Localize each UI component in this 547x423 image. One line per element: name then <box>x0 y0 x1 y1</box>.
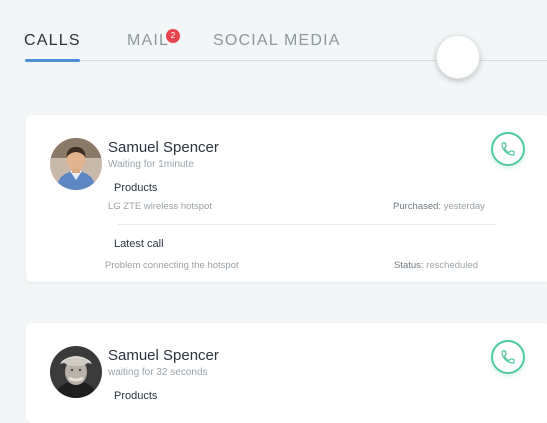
call-button[interactable] <box>491 132 525 166</box>
status-label: Status: <box>394 260 424 271</box>
caller-name[interactable]: Samuel Spencer <box>108 347 219 364</box>
status-info: Status: rescheduled <box>394 260 478 271</box>
mail-badge: 2 <box>166 29 180 43</box>
purchased-label: Purchased: <box>393 201 442 212</box>
avatar-photo <box>50 346 102 398</box>
products-heading: Products <box>114 182 158 194</box>
wait-time: Waiting for 1minute <box>108 159 194 170</box>
avatar-photo <box>50 138 102 190</box>
products-heading: Products <box>114 390 158 402</box>
card-divider <box>118 224 496 225</box>
avatar <box>50 138 102 190</box>
caller-card[interactable]: Samuel Spencer waiting for 32 seconds Pr… <box>26 323 547 423</box>
tab-mail[interactable]: MAIL <box>127 32 169 50</box>
call-button[interactable] <box>491 340 525 374</box>
phone-icon <box>501 142 515 156</box>
tab-bar: CALLS MAIL 2 SOCIAL MEDIA <box>0 0 547 79</box>
avatar <box>50 346 102 398</box>
caller-card[interactable]: Samuel Spencer Waiting for 1minute Produ… <box>26 115 547 282</box>
purchased-info: Purchased: yesterday <box>393 201 485 212</box>
tab-social-media[interactable]: SOCIAL MEDIA <box>213 32 341 50</box>
tab-calls[interactable]: CALLS <box>24 32 81 50</box>
latest-call-heading: Latest call <box>114 238 164 250</box>
latest-call-description: Problem connecting the hotspot <box>105 260 239 271</box>
phone-icon <box>501 350 515 364</box>
product-name: LG ZTE wireless hotspot <box>108 201 213 212</box>
purchased-value: yesterday <box>443 201 485 212</box>
wait-time: waiting for 32 seconds <box>108 367 208 378</box>
status-value: rescheduled <box>426 260 478 271</box>
caller-name[interactable]: Samuel Spencer <box>108 139 219 156</box>
active-tab-indicator <box>25 59 80 62</box>
tab-slider-knob[interactable] <box>436 35 480 79</box>
